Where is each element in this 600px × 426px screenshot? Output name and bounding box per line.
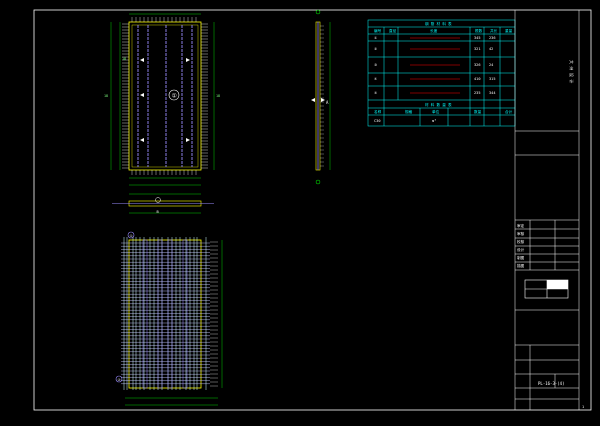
sub-header-cell: 名称 (374, 109, 382, 114)
bottom-view-right-ticks (210, 241, 218, 387)
small-section-marker-circle (155, 197, 161, 203)
top-view-right-ticks (201, 23, 208, 169)
side-view-ticks (320, 25, 324, 167)
row-length: 345 (474, 36, 481, 40)
side-view-marker: A (326, 100, 329, 105)
row-no: ⑤ (374, 91, 378, 95)
sub-header-cell: 数量 (474, 109, 482, 114)
side-view: A (311, 9, 331, 185)
top-view-left-dim-label-2: 18 (122, 57, 126, 61)
top-view-right-dim-label: 18 (216, 94, 220, 98)
header-cell: 编号 (374, 28, 382, 33)
title-row-label: 制图 (517, 255, 525, 260)
header-cell: 长度 (430, 28, 438, 33)
row-count: 42 (489, 47, 493, 51)
top-view-longitudinal-bars (137, 25, 193, 167)
side-view-bottom-marker (315, 179, 321, 185)
title-row-label: 设计 (517, 247, 525, 252)
rebar-table-sub-row: C30 m³ (374, 119, 436, 123)
header-cell: 共长 (490, 28, 498, 33)
row-no: ② (374, 47, 378, 51)
title-block-logo (524, 279, 569, 299)
sub-header-cell: 合计 (505, 109, 513, 114)
title-row-label: 校核 (517, 239, 525, 244)
rebar-table-title: 钢 筋 材 料 表 (425, 21, 452, 26)
bottom-view-horizontal-bars (121, 242, 210, 385)
top-view-top-ticks (131, 17, 197, 175)
title-row-label: 审核 (517, 231, 525, 236)
row-length: 235 (474, 91, 481, 95)
rebar-table-sub-header: 名称 规格 单位 数量 合计 (374, 109, 513, 114)
cad-drawing: 18 18 18 ① A B ① ② 钢 筋 材 料 表 编号 直径 长度 根数… (33, 9, 592, 411)
bottom-view: ① ② (115, 231, 223, 406)
rebar-table-header: 编号 直径 长度 根数 共长 重量 (374, 28, 513, 33)
top-view-slab-inner (131, 24, 199, 168)
title-row-label: 审定 (517, 223, 525, 228)
top-view-left-dim-label: 18 (104, 94, 108, 98)
top-view-slab-outline (128, 21, 202, 171)
title-block-company: 大 州 设 计 (569, 60, 575, 83)
sub-row-cell: m³ (432, 119, 436, 123)
side-view-top-marker (315, 9, 321, 15)
title-block-rows: 审定审核校核设计制图描图 (517, 223, 525, 268)
row-count: 24 (489, 63, 493, 67)
top-view-section-marker: ① (172, 93, 177, 100)
row-no: ④ (374, 77, 378, 81)
rebar-table-sub-title: 材 料 数 量 表 (425, 102, 452, 107)
sub-row-cell: C30 (374, 119, 381, 123)
top-view-left-ticks (122, 23, 129, 169)
small-section: B (112, 193, 214, 214)
title-row-label: 描图 (517, 263, 525, 268)
header-cell: 直径 (389, 28, 397, 33)
small-section-marker: B (157, 210, 159, 214)
top-view: 18 18 18 ① (104, 13, 220, 186)
outer-frame (33, 9, 592, 411)
row-count: 315 (489, 77, 496, 81)
title-block-sheet-code: PL-16-3-(4) (538, 381, 565, 386)
title-block-page-no: 1 (582, 405, 584, 409)
header-cell: 根数 (475, 28, 483, 33)
row-length: 321 (474, 47, 481, 51)
row-count: 344 (489, 91, 496, 95)
row-length: 410 (474, 77, 481, 81)
row-no: ① (374, 36, 378, 40)
top-view-arrow (140, 58, 190, 142)
sub-header-cell: 单位 (432, 109, 440, 114)
row-count: 236 (489, 36, 496, 40)
sub-header-cell: 规格 (405, 109, 413, 114)
row-no: ③ (374, 63, 378, 67)
header-cell: 重量 (505, 28, 513, 33)
row-length: 326 (474, 63, 481, 67)
